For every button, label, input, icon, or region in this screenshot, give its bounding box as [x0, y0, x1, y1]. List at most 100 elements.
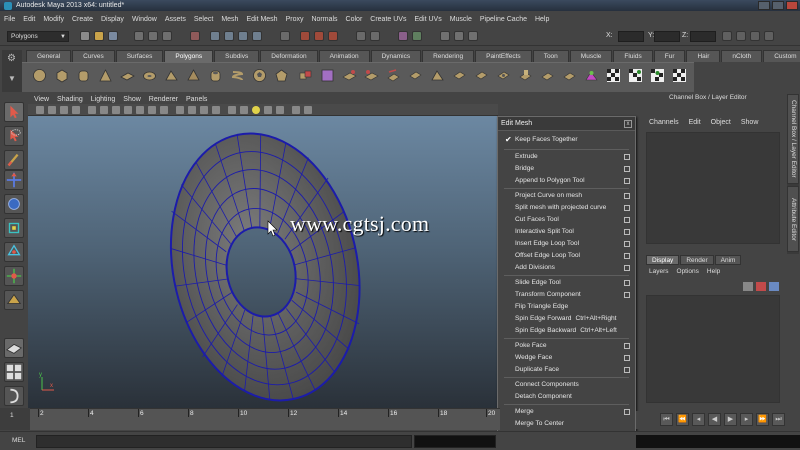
lasso-tool-icon[interactable] [4, 126, 24, 146]
layer-menu-help[interactable]: Help [707, 268, 720, 275]
tab-fluids[interactable]: Fluids [613, 50, 653, 62]
cube-icon[interactable] [54, 68, 69, 83]
menu-create[interactable]: Create [72, 16, 93, 23]
mirror-icon[interactable] [408, 68, 423, 83]
tab-hair[interactable]: Hair [686, 50, 721, 62]
mask-icon[interactable] [190, 31, 200, 41]
quick-select-icon[interactable] [412, 31, 422, 41]
option-box-icon[interactable] [624, 241, 630, 247]
menu-item-detach-component[interactable]: Detach Component [498, 391, 635, 403]
torus-mesh[interactable] [28, 116, 498, 408]
go-to-start-icon[interactable]: ⏮ [660, 413, 673, 426]
uv-layout-icon[interactable] [628, 68, 643, 83]
viewport-menu-panels[interactable]: Panels [186, 96, 207, 103]
plane-icon[interactable] [120, 68, 135, 83]
menu-select[interactable]: Select [194, 16, 213, 23]
channel-box-area[interactable] [646, 132, 780, 244]
step-forward-key-icon[interactable]: ⏩ [756, 413, 769, 426]
select-camera-icon[interactable] [36, 106, 44, 114]
tab-toon[interactable]: Toon [532, 50, 569, 62]
tab-deformation[interactable]: Deformation [260, 50, 318, 62]
option-box-icon[interactable] [624, 253, 630, 259]
chevron-down-icon[interactable]: ▼ [8, 74, 16, 83]
menu-item-merge[interactable]: Merge [498, 406, 635, 418]
command-input[interactable] [36, 435, 412, 448]
option-box-icon[interactable] [624, 217, 630, 223]
resolution-gate-icon[interactable] [112, 106, 120, 114]
wireframe-on-shaded-icon[interactable] [200, 106, 208, 114]
tab-rendering[interactable]: Rendering [422, 50, 475, 62]
helix-icon[interactable] [230, 68, 245, 83]
uv-snapshot-icon[interactable] [672, 68, 687, 83]
universal-manipulator-icon[interactable] [4, 242, 24, 262]
menu-edit-mesh[interactable]: Edit Mesh [246, 16, 277, 23]
show-manipulator-icon[interactable] [4, 290, 24, 310]
tab-attribute-editor[interactable]: Attribute Editor [787, 186, 799, 252]
tab-muscle[interactable]: Muscle [569, 50, 613, 62]
snap-curve-icon[interactable] [224, 31, 234, 41]
menu-edit-uvs[interactable]: Edit UVs [414, 16, 441, 23]
y-field[interactable] [654, 31, 680, 42]
tab-dynamics[interactable]: Dynamics [370, 50, 422, 62]
tab-ncloth[interactable]: nCloth [721, 50, 763, 62]
menu-item-keep-faces-together[interactable]: ✔ Keep Faces Together [498, 134, 635, 146]
play-backwards-icon[interactable]: ◀ [708, 413, 721, 426]
menu-set-selector[interactable]: Polygons ▼ [7, 31, 69, 42]
menu-item-duplicate-face[interactable]: Duplicate Face [498, 364, 635, 376]
menu-mesh[interactable]: Mesh [221, 16, 238, 23]
channel-box-menu-show[interactable]: Show [741, 119, 759, 126]
edit-mesh-menu-header[interactable]: Edit Mesh x [498, 117, 635, 131]
uv-unfold-icon[interactable] [650, 68, 665, 83]
tab-channel-box-layer-editor[interactable]: Channel Box / Layer Editor [787, 94, 799, 184]
coordinate-toggle-icon[interactable] [468, 31, 478, 41]
channel-box-menu-object[interactable]: Object [711, 119, 731, 126]
step-back-frame-icon[interactable]: ◂ [692, 413, 705, 426]
menu-item-spin-edge-backward[interactable]: Spin Edge Backward Ctrl+Alt+Left [498, 325, 635, 337]
viewport-menu-show[interactable]: Show [123, 96, 141, 103]
menu-item-connect-components[interactable]: Connect Components [498, 379, 635, 391]
menu-item-offset-edge-loop-tool[interactable]: Offset Edge Loop Tool [498, 250, 635, 262]
rename-icon[interactable] [398, 31, 408, 41]
menu-item-add-divisions[interactable]: Add Divisions [498, 262, 635, 274]
grid-icon[interactable] [88, 106, 96, 114]
four-view-layout-icon[interactable] [4, 362, 24, 382]
coordinate-mode-icon[interactable] [454, 31, 464, 41]
outliner-layout-icon[interactable] [4, 386, 24, 406]
menu-edit[interactable]: Edit [23, 16, 35, 23]
single-perspective-layout-icon[interactable] [4, 338, 24, 358]
menu-item-bridge[interactable]: Bridge [498, 163, 635, 175]
cylinder-icon[interactable] [76, 68, 91, 83]
new-empty-layer-icon[interactable] [743, 282, 753, 291]
play-forwards-icon[interactable]: ▶ [724, 413, 737, 426]
select-object-icon[interactable] [148, 31, 158, 41]
z-field[interactable] [690, 31, 716, 42]
snap-plane-icon[interactable] [252, 31, 262, 41]
option-box-icon[interactable] [624, 178, 630, 184]
platonic-icon[interactable] [274, 68, 289, 83]
new-scene-icon[interactable] [80, 31, 90, 41]
menu-file[interactable]: File [4, 16, 15, 23]
render-frame-icon[interactable] [300, 31, 310, 41]
option-box-icon[interactable] [624, 166, 630, 172]
show-hide-tool-settings-icon[interactable] [736, 31, 746, 41]
option-box-icon[interactable] [624, 292, 630, 298]
cone-icon[interactable] [98, 68, 113, 83]
tab-custom[interactable]: Custom [763, 50, 800, 62]
torus-icon[interactable] [142, 68, 157, 83]
menu-pipeline-cache[interactable]: Pipeline Cache [480, 16, 527, 23]
command-language-label[interactable]: MEL [12, 437, 25, 444]
select-hierarchy-icon[interactable] [134, 31, 144, 41]
menu-item-slide-edge-tool[interactable]: Slide Edge Tool [498, 277, 635, 289]
extract-icon[interactable] [342, 68, 357, 83]
reduce-icon[interactable] [430, 68, 445, 83]
menu-display[interactable]: Display [101, 16, 124, 23]
option-box-icon[interactable] [624, 193, 630, 199]
tab-general[interactable]: General [26, 50, 72, 62]
smooth-icon[interactable] [364, 68, 379, 83]
bridge-icon[interactable] [540, 68, 555, 83]
menu-item-poke-face[interactable]: Poke Face [498, 340, 635, 352]
isolate-select-icon[interactable] [292, 106, 300, 114]
menu-item-flip-triangle-edge[interactable]: Flip Triangle Edge [498, 301, 635, 313]
channel-box-menu-edit[interactable]: Edit [689, 119, 701, 126]
sculpt-icon[interactable] [584, 68, 599, 83]
